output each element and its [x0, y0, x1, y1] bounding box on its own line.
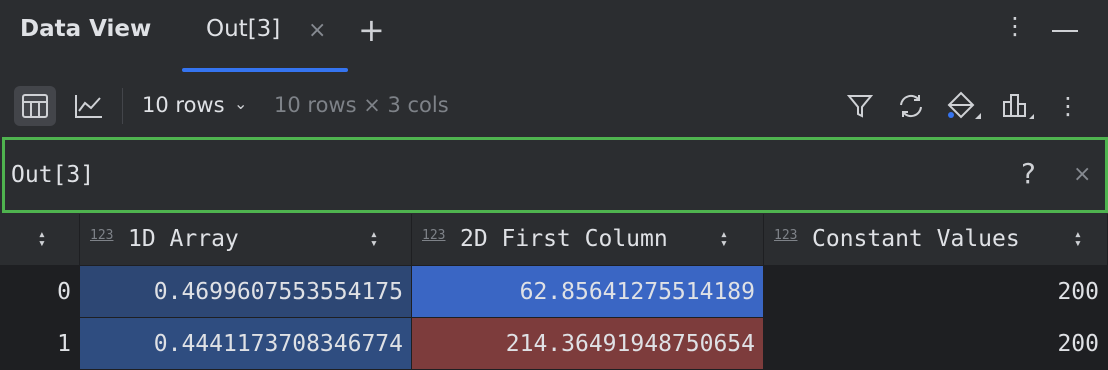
column-header-label: Constant Values	[812, 226, 1020, 252]
table-cell[interactable]: 0.4441173708346774	[80, 318, 412, 370]
tab-label: Out[3]	[206, 16, 281, 42]
tab-out3[interactable]: Out[3] ×	[182, 0, 348, 72]
column-header-label: 2D First Column	[460, 226, 668, 252]
row-index: 0	[0, 266, 80, 318]
numeric-type-icon: 123	[422, 228, 446, 243]
index-header[interactable]: ▴ ▾	[0, 214, 80, 266]
sort-icon[interactable]: ▴ ▾	[1074, 228, 1082, 250]
more-vertical-icon[interactable]: ⋮	[1050, 88, 1086, 124]
table-cell[interactable]: 214.36491948750654	[412, 318, 764, 370]
column-header[interactable]: 123 Constant Values ▴ ▾	[764, 214, 1108, 266]
table-cell[interactable]: 0.4699607553554175	[80, 266, 412, 318]
color-fill-icon[interactable]	[945, 88, 981, 124]
help-icon[interactable]: ?	[1021, 157, 1036, 190]
column-chart-icon[interactable]	[1000, 88, 1036, 124]
add-tab-icon[interactable]: +	[358, 12, 385, 48]
column-header[interactable]: 123 2D First Column ▴ ▾	[412, 214, 764, 266]
dimensions-label: 10 rows × 3 cols	[274, 93, 449, 117]
filter-input[interactable]: Out[3]	[11, 162, 94, 188]
table-cell[interactable]: 200	[764, 266, 1108, 318]
toolbar: 10 rows ⌄ 10 rows × 3 cols ⋮	[0, 80, 1108, 132]
row-index: 1	[0, 318, 80, 370]
sort-icon[interactable]: ▴ ▾	[720, 228, 728, 250]
app-title: Data View	[20, 16, 152, 42]
title-bar: Data View Out[3] × + ⋮	[0, 0, 1108, 72]
filter-bar[interactable]: Out[3] ? ×	[2, 137, 1108, 213]
column-header[interactable]: 123 1D Array ▴ ▾	[80, 214, 412, 266]
data-table: ▴ ▾ 123 1D Array ▴ ▾ 123 2D First Column ▴…	[0, 214, 1108, 370]
more-vertical-icon[interactable]: ⋮	[1003, 12, 1027, 40]
sort-icon[interactable]: ▴ ▾	[370, 228, 378, 250]
numeric-type-icon: 123	[90, 228, 114, 243]
tab-close-icon[interactable]: ×	[308, 18, 326, 43]
sort-icon[interactable]: ▴ ▾	[38, 228, 46, 250]
rows-selector[interactable]: 10 rows	[142, 93, 225, 117]
filter-icon[interactable]	[842, 88, 878, 124]
numeric-type-icon: 123	[774, 228, 798, 243]
column-header-label: 1D Array	[128, 226, 239, 252]
refresh-icon[interactable]	[893, 88, 929, 124]
tab-active-indicator	[182, 68, 348, 72]
table-row[interactable]: 0 0.4699607553554175 62.85641275514189 2…	[0, 266, 1108, 318]
chart-view-icon[interactable]	[68, 86, 110, 126]
toolbar-separator	[122, 88, 123, 124]
chevron-down-icon[interactable]: ⌄	[234, 94, 247, 113]
table-cell[interactable]: 62.85641275514189	[412, 266, 764, 318]
minimize-icon[interactable]	[1052, 30, 1078, 32]
table-cell[interactable]: 200	[764, 318, 1108, 370]
table-row[interactable]: 1 0.4441173708346774 214.36491948750654 …	[0, 318, 1108, 370]
close-icon[interactable]: ×	[1073, 162, 1091, 187]
table-view-icon[interactable]	[14, 86, 56, 126]
